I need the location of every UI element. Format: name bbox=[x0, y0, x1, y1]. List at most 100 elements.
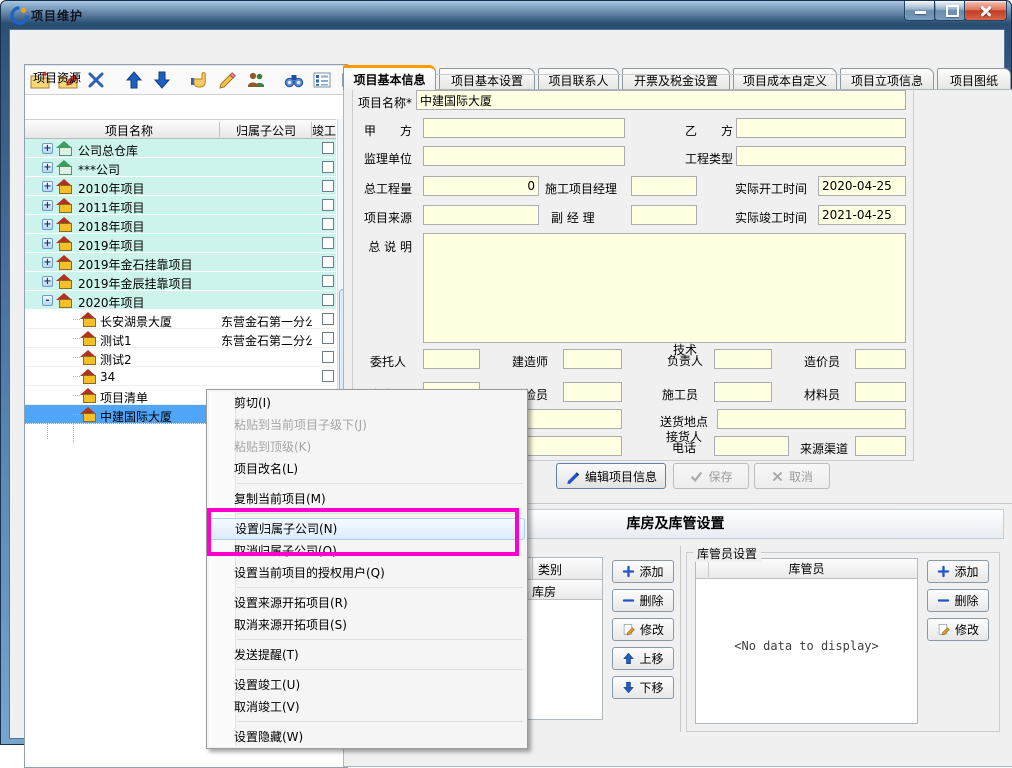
tree-row[interactable]: 长安湖景大厦 东营金石第一分公司 bbox=[25, 310, 336, 329]
tree-row[interactable]: + 2019年金辰挂靠项目 bbox=[25, 272, 336, 291]
menu-item-cancel-source-project[interactable]: 取消来源开拓项目(S) bbox=[207, 614, 527, 636]
client-input[interactable] bbox=[423, 349, 480, 369]
receiver-phone-input[interactable] bbox=[714, 436, 789, 456]
menu-item-set-source-project[interactable]: 设置来源开拓项目(R) bbox=[207, 592, 527, 614]
completed-checkbox[interactable] bbox=[322, 332, 334, 344]
material-clerk-input[interactable] bbox=[855, 382, 906, 402]
project-name-input[interactable] bbox=[416, 90, 906, 110]
warehouse-move-up-button[interactable]: 上移 bbox=[612, 647, 674, 670]
party-a-input[interactable] bbox=[423, 118, 625, 138]
completed-checkbox[interactable] bbox=[322, 294, 334, 306]
expander-plus-icon[interactable]: + bbox=[42, 181, 53, 192]
warehouse-remove-button[interactable]: 删除 bbox=[612, 589, 674, 612]
expander-plus-icon[interactable]: + bbox=[42, 200, 53, 211]
completed-checkbox[interactable] bbox=[322, 218, 334, 230]
project-type-input[interactable] bbox=[736, 146, 906, 166]
move-up-icon[interactable] bbox=[124, 70, 144, 90]
delete-x-icon[interactable] bbox=[86, 70, 106, 90]
completed-checkbox[interactable] bbox=[322, 275, 334, 287]
tree-row[interactable]: + 公司总仓库 bbox=[25, 139, 336, 158]
pencil-eraser-icon[interactable] bbox=[218, 70, 238, 90]
users-icon[interactable] bbox=[246, 70, 266, 90]
completed-checkbox[interactable] bbox=[322, 142, 334, 154]
completed-checkbox[interactable] bbox=[322, 313, 334, 325]
tree-row[interactable]: 测试1 东营金石第二分公司 bbox=[25, 329, 336, 348]
menu-item-set-completed[interactable]: 设置竣工(U) bbox=[207, 674, 527, 696]
builder-input[interactable] bbox=[563, 349, 622, 369]
tech-lead-input[interactable] bbox=[714, 349, 772, 369]
actual-finish-input[interactable] bbox=[818, 205, 906, 225]
source-channel-input[interactable] bbox=[855, 436, 906, 456]
tree-row[interactable]: + 2019年项目 bbox=[25, 234, 336, 253]
deputy-manager-input[interactable] bbox=[631, 205, 697, 225]
expander-plus-icon[interactable]: + bbox=[42, 238, 53, 249]
tree-row[interactable]: + 2019年金石挂靠项目 bbox=[25, 253, 336, 272]
save-button[interactable]: 保存 bbox=[673, 463, 749, 489]
cost-estimator-input[interactable] bbox=[855, 349, 906, 369]
project-source-input[interactable] bbox=[423, 205, 539, 225]
keeper-add-button[interactable]: 添加 bbox=[927, 560, 989, 583]
keeper-column-header[interactable]: 库管员 bbox=[696, 559, 917, 579]
tab-project-drawings[interactable]: 项目图纸 bbox=[937, 68, 1011, 89]
tree-row[interactable]: 34 bbox=[25, 367, 336, 386]
expander-plus-icon[interactable]: + bbox=[42, 162, 53, 173]
expander-plus-icon[interactable]: + bbox=[42, 219, 53, 230]
detail-view-icon[interactable] bbox=[312, 70, 332, 90]
category-band-header[interactable]: 类别 bbox=[538, 561, 562, 578]
warehouse-modify-button[interactable]: 修改 bbox=[612, 618, 674, 641]
party-b-input[interactable] bbox=[736, 118, 906, 138]
construction-worker-input[interactable] bbox=[714, 382, 772, 402]
minimize-button[interactable] bbox=[904, 1, 936, 21]
quality-inspector-input[interactable] bbox=[563, 382, 622, 402]
binoculars-icon[interactable] bbox=[284, 70, 304, 90]
completed-checkbox[interactable] bbox=[322, 370, 334, 382]
house-icon bbox=[80, 388, 97, 403]
column-header-completed[interactable]: 竣工 bbox=[312, 122, 336, 139]
warehouse-column-header[interactable]: 库房 bbox=[532, 583, 556, 600]
expander-plus-icon[interactable]: + bbox=[42, 257, 53, 268]
tree-row[interactable]: + 2010年项目 bbox=[25, 177, 336, 196]
completed-checkbox[interactable] bbox=[322, 351, 334, 363]
cancel-button[interactable]: 取消 bbox=[754, 463, 830, 489]
warehouse-add-button[interactable]: 添加 bbox=[612, 560, 674, 583]
actual-start-input[interactable] bbox=[818, 176, 906, 196]
expander-plus-icon[interactable]: + bbox=[42, 276, 53, 287]
expander-minus-icon[interactable]: - bbox=[42, 295, 53, 306]
menu-item-send-reminder[interactable]: 发送提醒(T) bbox=[207, 644, 527, 666]
column-header-subsidiary[interactable]: 归属子公司 bbox=[221, 122, 311, 139]
menu-item-copy-current-project[interactable]: 复制当前项目(M) bbox=[207, 488, 527, 510]
completed-checkbox[interactable] bbox=[322, 256, 334, 268]
menu-item-cancel-completed[interactable]: 取消竣工(V) bbox=[207, 696, 527, 718]
maximize-button[interactable] bbox=[934, 1, 966, 21]
keeper-table[interactable]: 库管员 <No data to display> bbox=[695, 558, 918, 724]
empty-grid-text: <No data to display> bbox=[696, 639, 917, 653]
delivery-place-input[interactable] bbox=[717, 409, 906, 429]
tree-row[interactable]: - 2020年项目 bbox=[25, 291, 336, 310]
tab-project-basic-info[interactable]: 项目基本信息 bbox=[343, 65, 436, 90]
general-note-textarea[interactable] bbox=[423, 233, 906, 343]
menu-item-set-authorized-users[interactable]: 设置当前项目的授权用户(Q) bbox=[207, 562, 527, 584]
close-button[interactable] bbox=[964, 1, 1007, 21]
tree-row[interactable]: 测试2 bbox=[25, 348, 336, 367]
supervisor-input[interactable] bbox=[423, 146, 625, 166]
move-down-icon[interactable] bbox=[152, 70, 172, 90]
edit-project-info-button[interactable]: 编辑项目信息 bbox=[556, 463, 666, 489]
completed-checkbox[interactable] bbox=[322, 180, 334, 192]
column-header-name[interactable]: 项目名称 bbox=[39, 122, 219, 139]
tree-row[interactable]: + 2011年项目 bbox=[25, 196, 336, 215]
source-channel-label: 来源渠道 bbox=[800, 440, 848, 457]
completed-checkbox[interactable] bbox=[322, 161, 334, 173]
keeper-remove-button[interactable]: 删除 bbox=[927, 589, 989, 612]
menu-item-rename-project[interactable]: 项目改名(L) bbox=[207, 458, 527, 480]
expander-plus-icon[interactable]: + bbox=[42, 143, 53, 154]
tree-row[interactable]: + ***公司 bbox=[25, 158, 336, 177]
warehouse-move-down-button[interactable]: 下移 bbox=[612, 676, 674, 699]
construction-manager-input[interactable] bbox=[631, 176, 697, 196]
keeper-modify-button[interactable]: 修改 bbox=[927, 618, 989, 641]
total-quantity-input[interactable] bbox=[423, 176, 539, 196]
assign-hand-icon[interactable] bbox=[190, 70, 210, 90]
completed-checkbox[interactable] bbox=[322, 237, 334, 249]
completed-checkbox[interactable] bbox=[322, 199, 334, 211]
menu-item-cut[interactable]: 剪切(I) bbox=[207, 392, 527, 414]
tree-row[interactable]: + 2018年项目 bbox=[25, 215, 336, 234]
